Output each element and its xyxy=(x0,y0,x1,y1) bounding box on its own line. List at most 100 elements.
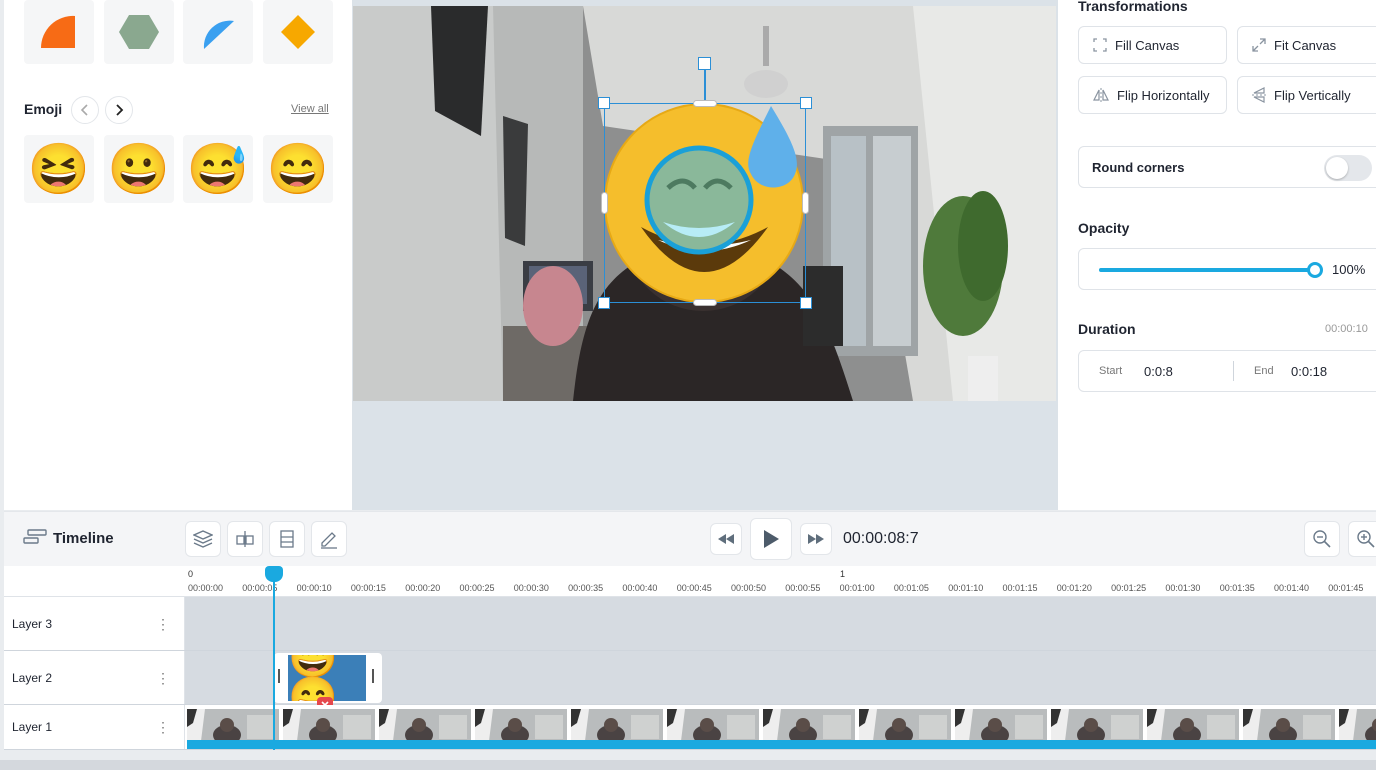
emoji-prev-button[interactable] xyxy=(71,96,99,124)
playhead-handle[interactable] xyxy=(265,566,283,582)
opacity-slider-thumb[interactable] xyxy=(1307,262,1323,278)
bottom-scrollbar[interactable] xyxy=(0,760,1376,770)
round-corners-toggle[interactable] xyxy=(1324,155,1372,181)
clip-trim-handle-right[interactable] xyxy=(372,669,374,683)
video-thumbnail-frame xyxy=(475,709,567,741)
flip-vertically-button[interactable]: Flip Vertically xyxy=(1237,76,1376,114)
audio-waveform xyxy=(187,740,1376,749)
layer-label: Layer 2 ⋮ xyxy=(4,651,185,704)
elements-panel: Emoji View all 😆 😀 😅 😄 xyxy=(4,0,352,510)
ruler-tick-label: 00:00:25 xyxy=(459,583,495,593)
video-thumbnail-frame xyxy=(379,709,471,741)
more-vertical-icon[interactable]: ⋮ xyxy=(156,720,170,734)
timeline-ruler[interactable]: 0 1 00:00:00 00:00:05 00:00:10 00:00:15 00:0… xyxy=(4,566,1376,597)
rewind-button[interactable] xyxy=(710,523,742,555)
play-button[interactable] xyxy=(750,518,792,560)
shape-hexagon[interactable] xyxy=(104,0,174,64)
resize-handle-bottom-right[interactable] xyxy=(800,297,812,309)
shape-half-circle[interactable] xyxy=(183,0,253,64)
resize-handle-left[interactable] xyxy=(601,192,608,214)
clip-trim-handle-left[interactable] xyxy=(278,669,280,683)
end-time-input[interactable]: 0:0:18 xyxy=(1291,364,1327,379)
video-thumbnail-frame xyxy=(571,709,663,741)
timeline-icon xyxy=(23,529,47,550)
emoji-item[interactable]: 😆 xyxy=(24,135,94,203)
zoom-in-button[interactable] xyxy=(1348,521,1376,557)
round-corners-label: Round corners xyxy=(1092,160,1185,175)
layer-track[interactable] xyxy=(185,705,1376,749)
emoji-next-button[interactable] xyxy=(105,96,133,124)
rotate-handle[interactable] xyxy=(698,57,711,70)
view-all-link[interactable]: View all xyxy=(291,103,329,115)
trim-button[interactable] xyxy=(269,521,305,557)
resize-handle-top[interactable] xyxy=(693,100,717,107)
rewind-icon xyxy=(718,534,734,544)
duration-row: Start 0:0:8 End 0:0:18 xyxy=(1078,350,1376,392)
divider xyxy=(1233,361,1234,381)
layer-name: Layer 2 xyxy=(12,670,53,685)
ruler-tick-label: 00:00:55 xyxy=(785,583,821,593)
flip-horizontally-button[interactable]: Flip Horizontally xyxy=(1078,76,1227,114)
resize-handle-top-left[interactable] xyxy=(598,97,610,109)
layer-name: Layer 3 xyxy=(12,616,53,631)
ruler-tick-label: 00:00:10 xyxy=(296,583,332,593)
fill-canvas-button[interactable]: Fill Canvas xyxy=(1078,26,1227,64)
start-time-input[interactable]: 0:0:8 xyxy=(1144,364,1173,379)
playhead-line xyxy=(273,569,275,750)
resize-handle-right[interactable] xyxy=(802,192,809,214)
end-label: End xyxy=(1254,365,1274,377)
layer-row-3: Layer 3 ⋮ xyxy=(4,597,1376,651)
opacity-slider-fill xyxy=(1099,268,1315,272)
flip-vertically-label: Flip Vertically xyxy=(1274,87,1351,103)
edit-button[interactable] xyxy=(311,521,347,557)
resize-handle-bottom[interactable] xyxy=(693,299,717,306)
more-vertical-icon[interactable]: ⋮ xyxy=(156,671,170,685)
zoom-out-button[interactable] xyxy=(1304,521,1340,557)
resize-handle-bottom-left[interactable] xyxy=(598,297,610,309)
minute-marker: 0 xyxy=(188,569,194,579)
hexagon-icon xyxy=(119,15,159,49)
opacity-slider-track[interactable] xyxy=(1099,262,1323,278)
transformations-title: Transformations xyxy=(1078,0,1188,14)
ruler-tick-label: 00:00:45 xyxy=(676,583,712,593)
emoji-item[interactable]: 😀 xyxy=(104,135,174,203)
video-thumbnail-frame xyxy=(1051,709,1143,741)
opacity-value: 100% xyxy=(1332,262,1366,277)
fit-canvas-button[interactable]: Fit Canvas xyxy=(1237,26,1376,64)
ruler-tick-label: 00:00:00 xyxy=(188,583,224,593)
resize-handle-top-right[interactable] xyxy=(800,97,812,109)
layer-track[interactable] xyxy=(185,597,1376,650)
video-preview[interactable] xyxy=(353,6,1056,401)
zoom-in-icon xyxy=(1357,530,1375,548)
layer-name: Layer 1 xyxy=(12,720,53,734)
pencil-icon xyxy=(321,532,337,549)
ruler-tick-label: 00:01:45 xyxy=(1328,583,1364,593)
fit-canvas-icon xyxy=(1252,38,1266,52)
video-thumbnail-frame xyxy=(763,709,855,741)
clip-thumbnail: 😅😄 xyxy=(288,655,366,701)
layer-label: Layer 1 ⋮ xyxy=(4,705,185,749)
split-button[interactable] xyxy=(227,521,263,557)
properties-panel: Transformations Fill Canvas Fit Canvas F… xyxy=(1058,0,1376,510)
fast-forward-button[interactable] xyxy=(800,523,832,555)
play-icon xyxy=(764,530,779,548)
ruler-tick-label: 00:01:15 xyxy=(1002,583,1038,593)
emoji-glyph: 😆 xyxy=(27,141,91,197)
emoji-item[interactable]: 😄 xyxy=(263,135,333,203)
layer-track[interactable]: 😅😄 xyxy=(185,651,1376,713)
more-vertical-icon[interactable]: ⋮ xyxy=(156,617,170,631)
shape-diamond[interactable] xyxy=(263,0,333,64)
emoji-clip[interactable]: 😅😄 xyxy=(274,653,382,713)
layers-button[interactable] xyxy=(185,521,221,557)
zoom-out-icon xyxy=(1313,530,1331,548)
round-corners-row: Round corners xyxy=(1078,146,1376,188)
video-thumbnail-frame xyxy=(859,709,951,741)
shape-quarter-circle[interactable] xyxy=(24,0,94,64)
duration-total: 00:00:10 xyxy=(1325,323,1368,335)
emoji-glyph: 😄 xyxy=(266,141,330,197)
timeline-title: Timeline xyxy=(53,530,114,547)
toggle-knob xyxy=(1326,157,1348,179)
video-thumbnail-frame xyxy=(1243,709,1335,741)
emoji-item[interactable]: 😅 xyxy=(183,135,253,203)
layers-icon xyxy=(193,530,213,548)
